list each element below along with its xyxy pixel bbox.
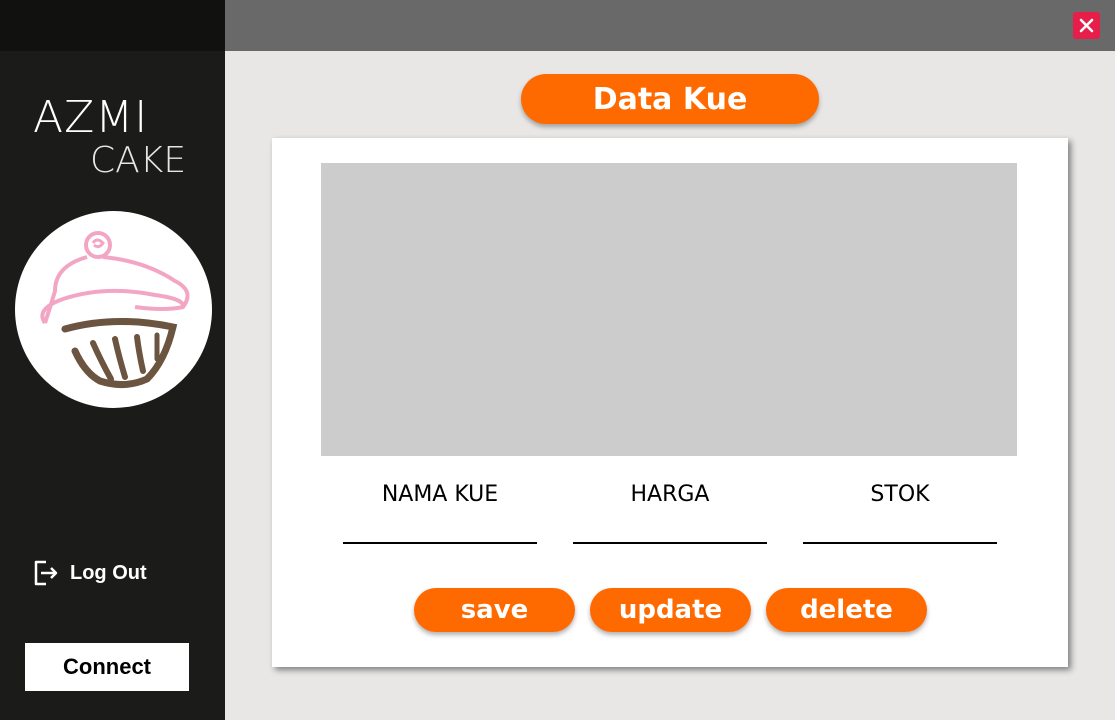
harga-input[interactable] — [573, 516, 767, 544]
sidebar-header — [0, 0, 225, 51]
close-icon — [1079, 18, 1094, 33]
brand-name: AZMI — [33, 92, 149, 143]
save-button[interactable]: save — [414, 588, 575, 632]
nama-kue-input[interactable] — [343, 516, 537, 544]
stok-input[interactable] — [803, 516, 997, 544]
delete-button[interactable]: delete — [766, 588, 927, 632]
logout-label: Log Out — [70, 561, 147, 584]
nama-kue-label: NAMA KUE — [381, 482, 499, 507]
harga-label: HARGA — [630, 482, 710, 507]
update-button[interactable]: update — [590, 588, 751, 632]
connect-button[interactable]: Connect — [25, 643, 189, 691]
data-grid[interactable] — [321, 163, 1017, 456]
page-title: Data Kue — [521, 74, 819, 124]
logout-icon — [34, 560, 58, 586]
sidebar: AZMI CAKE Log Out Connect — [0, 0, 225, 720]
close-button[interactable] — [1073, 12, 1100, 39]
title-bar[interactable] — [225, 0, 1115, 51]
cupcake-icon — [15, 211, 212, 408]
stok-label: STOK — [870, 482, 930, 507]
logout-button[interactable]: Log Out — [30, 557, 147, 589]
brand-subtitle: CAKE — [90, 140, 187, 181]
data-panel: NAMA KUE HARGA STOK save update delete — [272, 138, 1068, 667]
